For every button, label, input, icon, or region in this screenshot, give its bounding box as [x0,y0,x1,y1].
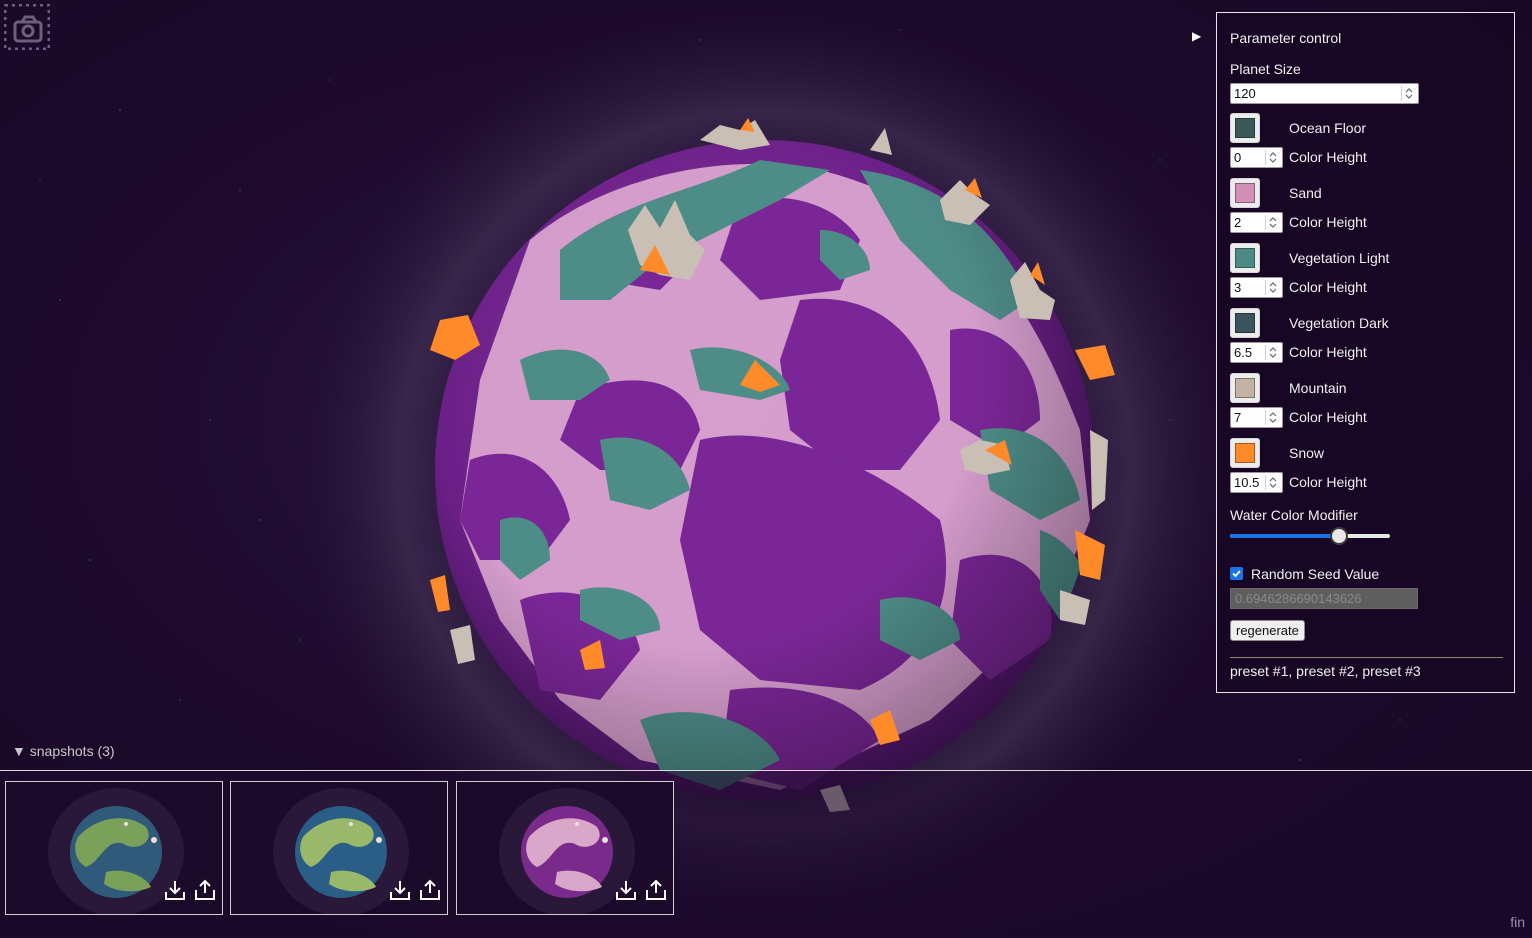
planet-size-value: 120 [1234,86,1256,101]
color-height-value: 0 [1234,150,1242,165]
color-height-input[interactable]: 2 [1230,212,1283,233]
planet-size-input[interactable]: 120 [1230,83,1419,104]
color-height-value: 2 [1234,215,1242,230]
slider-thumb[interactable] [1329,527,1348,545]
water-modifier-slider[interactable] [1230,527,1390,545]
layer-name: Ocean Floor [1289,120,1367,136]
color-swatch-4[interactable] [1230,373,1260,403]
snapshot-image [273,788,409,914]
color-swatch-1[interactable] [1230,178,1260,208]
slider-fill [1230,534,1339,538]
preset-3-link[interactable]: preset #3 [1362,663,1420,679]
random-seed-checkbox[interactable] [1230,567,1243,580]
color-height-input[interactable]: 0 [1230,147,1283,168]
share-icon[interactable] [645,879,667,901]
parameter-control-panel: Parameter control Planet Size 120 Ocean … [1216,12,1515,693]
share-icon[interactable] [419,879,441,901]
seed-value-input: 0.6946286690143626 [1230,588,1418,609]
preset-separator: , [1288,663,1297,679]
swatch-color [1235,313,1255,333]
panel-collapse-toggle[interactable]: ▶ [1192,29,1201,43]
spinner-icon[interactable] [1265,345,1280,360]
color-height-label: Color Height [1289,214,1367,230]
spinner-icon[interactable] [1401,86,1416,101]
spinner-icon[interactable] [1265,410,1280,425]
layer-name: Mountain [1289,380,1347,396]
color-height-label: Color Height [1289,149,1367,165]
camera-icon [3,3,51,51]
snapshot-image [48,788,184,914]
swatch-color [1235,443,1255,463]
footer-text: fin [1510,914,1525,930]
color-swatch-5[interactable] [1230,438,1260,468]
preset-2-link[interactable]: preset #2 [1296,663,1354,679]
layer-name: Sand [1289,185,1322,201]
camera-snapshot-button[interactable] [3,3,51,51]
swatch-color [1235,248,1255,268]
snapshot-image [499,788,635,914]
water-modifier-label: Water Color Modifier [1230,507,1358,523]
color-swatch-0[interactable] [1230,113,1260,143]
color-swatch-3[interactable] [1230,308,1260,338]
color-height-input[interactable]: 3 [1230,277,1283,298]
layer-name: Vegetation Dark [1289,315,1389,331]
preset-list: preset #1, preset #2, preset #3 [1230,663,1421,679]
color-height-label: Color Height [1289,474,1367,490]
download-icon[interactable] [164,879,186,901]
color-height-label: Color Height [1289,344,1367,360]
random-seed-label: Random Seed Value [1251,566,1380,582]
panel-title: Parameter control [1230,30,1342,46]
color-height-label: Color Height [1289,409,1367,425]
spinner-icon[interactable] [1265,475,1280,490]
color-height-label: Color Height [1289,279,1367,295]
snapshot-thumbnail[interactable] [456,781,674,915]
color-height-input[interactable]: 10.5 [1230,472,1283,493]
color-height-value: 7 [1234,410,1242,425]
color-height-value: 10.5 [1234,475,1260,490]
color-height-value: 6.5 [1234,345,1253,360]
download-icon[interactable] [389,879,411,901]
divider [1230,657,1503,658]
swatch-color [1235,118,1255,138]
snapshots-bar [0,770,1532,938]
checkmark-icon [1232,570,1241,578]
share-icon[interactable] [194,879,216,901]
spinner-icon[interactable] [1265,150,1280,165]
swatch-color [1235,183,1255,203]
snapshot-thumbnail[interactable] [5,781,223,915]
layer-name: Snow [1289,445,1325,461]
download-icon[interactable] [615,879,637,901]
color-height-input[interactable]: 7 [1230,407,1283,428]
color-height-input[interactable]: 6.5 [1230,342,1283,363]
spinner-icon[interactable] [1265,280,1280,295]
color-swatch-2[interactable] [1230,243,1260,273]
color-height-value: 3 [1234,280,1242,295]
regenerate-button[interactable]: regenerate [1230,620,1305,641]
snapshots-toggle[interactable]: ▼ snapshots (3) [12,743,115,759]
layer-name: Vegetation Light [1289,250,1390,266]
preset-1-link[interactable]: preset #1 [1230,663,1288,679]
snapshot-thumbnail[interactable] [230,781,448,915]
spinner-icon[interactable] [1265,215,1280,230]
planet-size-label: Planet Size [1230,61,1301,77]
swatch-color [1235,378,1255,398]
